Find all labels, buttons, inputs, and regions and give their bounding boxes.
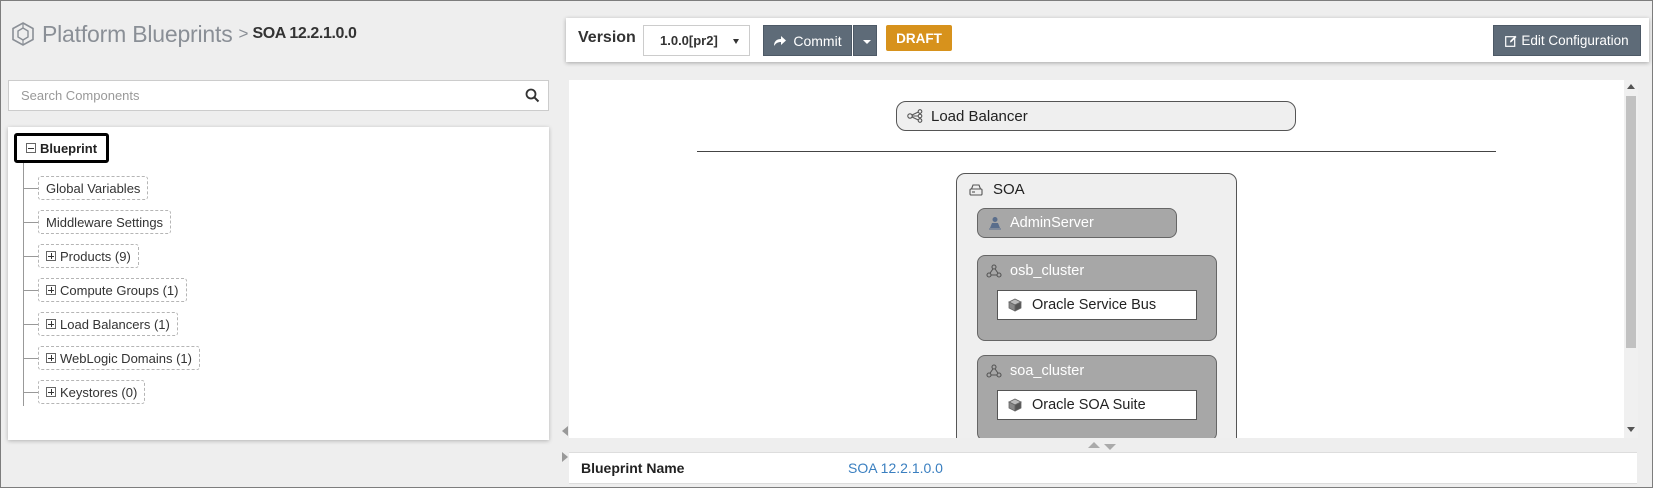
commit-dropdown-button[interactable]	[853, 25, 877, 56]
search-input[interactable]	[9, 81, 509, 110]
app-title[interactable]: Platform Blueprints	[42, 21, 233, 48]
tree-item-compute-groups[interactable]: Compute Groups (1)	[23, 278, 187, 302]
server-icon	[989, 217, 1001, 230]
caret-down-icon	[733, 39, 739, 44]
cluster-node-osb[interactable]: osb_cluster Oracle Service Bus	[977, 255, 1217, 341]
tree-item-label: WebLogic Domains (1)	[60, 350, 192, 366]
expand-icon[interactable]	[46, 353, 56, 363]
component-node-oracle-soa-suite[interactable]: Oracle SOA Suite	[997, 390, 1197, 420]
version-selected-value: 1.0.0[pr2]	[660, 33, 718, 48]
domain-title: SOA	[969, 181, 1025, 198]
cluster-title: soa_cluster	[986, 363, 1084, 379]
search-icon[interactable]	[525, 88, 540, 103]
splitter-up-icon[interactable]	[1088, 442, 1100, 448]
cube-icon	[1008, 398, 1022, 412]
component-label: Oracle SOA Suite	[1032, 397, 1146, 413]
cluster-node-soa[interactable]: soa_cluster Oracle SOA Suite	[977, 355, 1217, 438]
edit-configuration-label: Edit Configuration	[1521, 33, 1629, 48]
cluster-label: osb_cluster	[1010, 263, 1085, 279]
cluster-icon	[986, 264, 1002, 278]
expand-icon[interactable]	[46, 251, 56, 261]
tree-item-label: Load Balancers (1)	[60, 316, 170, 332]
share-arrow-icon	[774, 35, 787, 46]
tree-item-label: Middleware Settings	[46, 214, 164, 230]
caret-down-icon	[863, 40, 871, 44]
canvas-scrollbar[interactable]	[1624, 80, 1638, 438]
expand-icon[interactable]	[46, 387, 56, 397]
load-balancer-node[interactable]: Load Balancer	[896, 101, 1296, 131]
scroll-up-arrow-icon[interactable]	[1627, 84, 1635, 89]
tree-item-label: Compute Groups (1)	[60, 282, 179, 298]
breadcrumb-separator: >	[238, 24, 249, 43]
domain-label: SOA	[993, 181, 1025, 198]
status-badge: DRAFT	[886, 25, 952, 51]
expand-right-icon[interactable]	[562, 452, 568, 462]
tree-item-weblogic-domains[interactable]: WebLogic Domains (1)	[23, 346, 200, 370]
breadcrumb-current: SOA 12.2.1.0.0	[252, 25, 357, 42]
breadcrumb: Platform Blueprints > SOA 12.2.1.0.0	[10, 16, 357, 52]
component-label: Oracle Service Bus	[1032, 297, 1157, 313]
edit-icon	[1505, 35, 1517, 47]
blueprint-name-label: Blueprint Name	[581, 460, 685, 476]
expand-icon[interactable]	[46, 319, 56, 329]
scroll-down-arrow-icon[interactable]	[1627, 427, 1635, 432]
version-toolbar: Version 1.0.0[pr2] Commit DRAFT Edit Con…	[566, 18, 1649, 62]
cluster-icon	[986, 364, 1002, 378]
tree-item-products[interactable]: Products (9)	[23, 244, 139, 268]
version-label: Version	[578, 29, 636, 46]
search-box	[8, 80, 549, 111]
blueprint-name-link[interactable]: SOA 12.2.1.0.0	[848, 460, 943, 476]
tier-divider	[697, 151, 1496, 152]
load-balancer-icon	[907, 109, 923, 123]
blueprint-logo-icon	[12, 22, 34, 46]
tree-item-label: Global Variables	[46, 180, 141, 196]
tree-item-label: Products (9)	[60, 248, 131, 264]
tree-root-label: Blueprint	[40, 140, 98, 156]
commit-label: Commit	[793, 32, 842, 49]
tree-item-load-balancers[interactable]: Load Balancers (1)	[23, 312, 178, 336]
tree-item-middleware-settings[interactable]: Middleware Settings	[22, 210, 172, 234]
cube-icon	[1008, 298, 1022, 312]
edit-configuration-button[interactable]: Edit Configuration	[1493, 25, 1641, 56]
commit-button[interactable]: Commit	[763, 25, 852, 56]
details-panel: Blueprint Name SOA 12.2.1.0.0	[569, 452, 1637, 484]
tree-item-label: Keystores (0)	[60, 384, 138, 400]
component-tree: Blueprint Global Variables Middleware Se…	[8, 127, 549, 440]
cluster-label: soa_cluster	[1010, 363, 1085, 379]
tree-item-global-variables[interactable]: Global Variables	[22, 176, 149, 200]
collapse-left-icon[interactable]	[562, 426, 568, 436]
tree-connector	[23, 163, 24, 406]
component-node-oracle-service-bus[interactable]: Oracle Service Bus	[997, 290, 1197, 320]
tree-root-blueprint[interactable]: Blueprint	[14, 133, 110, 163]
splitter-down-icon[interactable]	[1104, 444, 1116, 450]
collapse-icon[interactable]	[26, 143, 36, 153]
domain-node-soa[interactable]: SOA AdminServer osb_cluster Oracle Servi…	[956, 173, 1237, 438]
admin-server-node[interactable]: AdminServer	[977, 208, 1177, 238]
scrollbar-thumb[interactable]	[1626, 96, 1636, 348]
cluster-title: osb_cluster	[986, 263, 1084, 279]
domain-icon	[969, 183, 983, 196]
tree-item-keystores[interactable]: Keystores (0)	[22, 380, 146, 404]
version-select[interactable]: 1.0.0[pr2]	[643, 25, 750, 56]
topology-canvas: Load Balancer SOA AdminServer osb_cluste…	[569, 80, 1637, 438]
expand-icon[interactable]	[46, 285, 56, 295]
admin-server-label: AdminServer	[1010, 215, 1094, 231]
load-balancer-label: Load Balancer	[931, 107, 1028, 125]
